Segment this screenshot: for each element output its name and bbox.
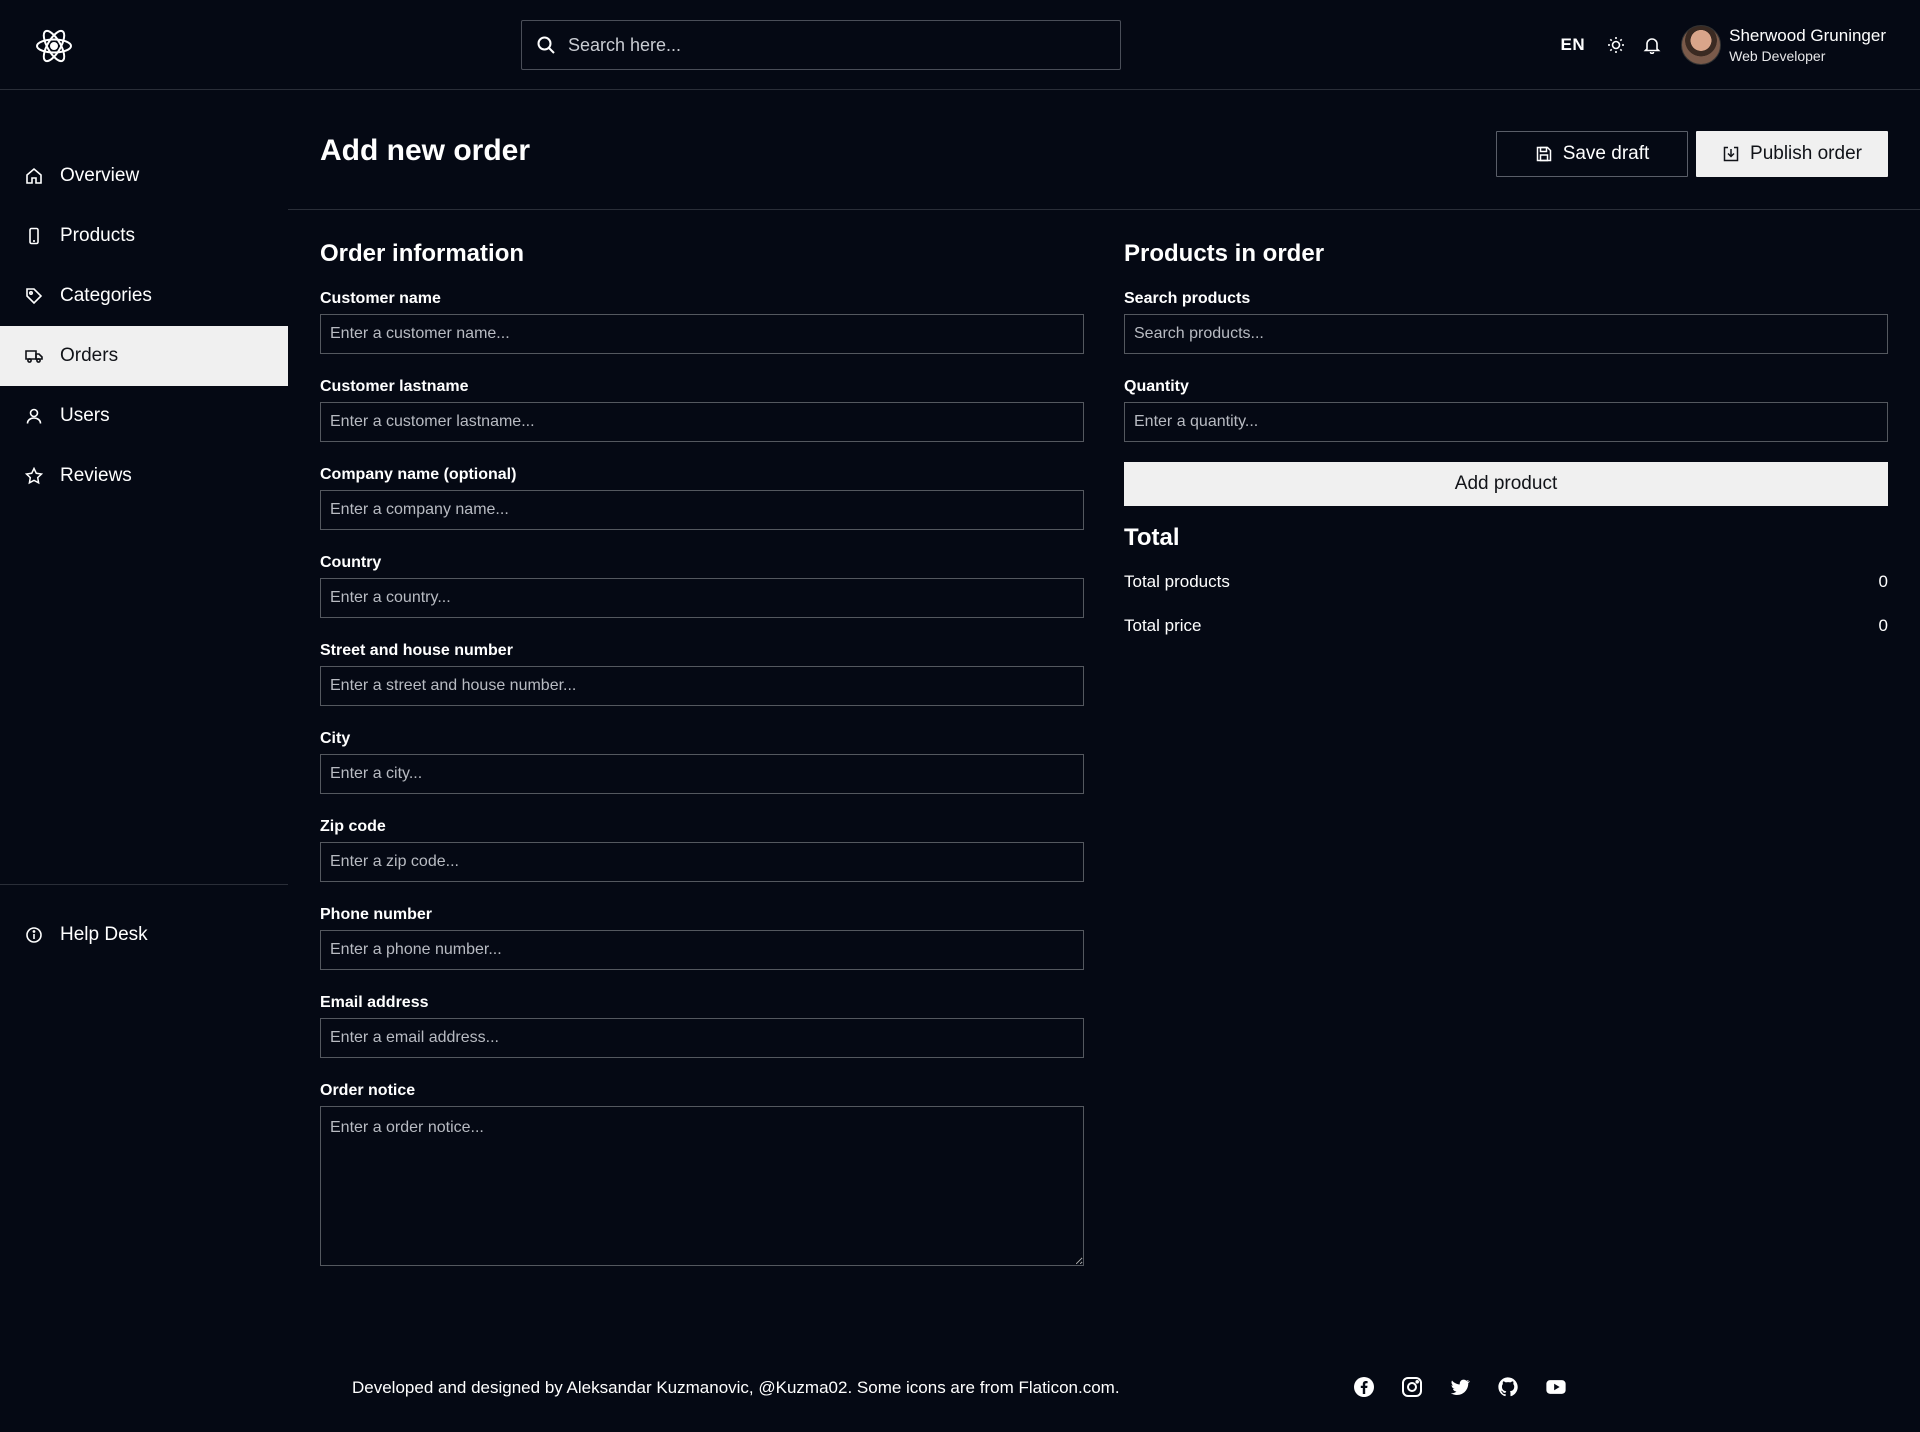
instagram-icon[interactable]	[1400, 1375, 1424, 1399]
email-address-label: Email address	[320, 994, 429, 1011]
total-price-label: Total price	[1124, 616, 1202, 635]
search-input[interactable]	[568, 34, 1120, 56]
sidebar-item-label: Users	[60, 405, 110, 426]
zip-code-label: Zip code	[320, 818, 386, 835]
sidebar-item-label: Overview	[60, 165, 140, 186]
twitter-icon[interactable]	[1448, 1375, 1472, 1399]
sidebar-item-categories[interactable]: Categories	[0, 266, 288, 326]
company-name-label: Company name (optional)	[320, 466, 517, 483]
footer-credits: Developed and designed by Aleksandar Kuz…	[352, 1378, 1120, 1397]
quantity-label: Quantity	[1124, 378, 1189, 395]
add-product-button[interactable]: Add product	[1124, 462, 1888, 506]
phone-number-input[interactable]	[320, 930, 1084, 970]
search-products-label: Search products	[1124, 290, 1251, 307]
order-notice-textarea[interactable]	[320, 1106, 1084, 1266]
truck-icon	[24, 346, 44, 366]
sidebar-item-label: Reviews	[60, 465, 132, 486]
page-title: Add new order	[320, 134, 531, 167]
header-actions: EN Sherwood Gruninger Web Developer	[1561, 24, 1886, 66]
street-input[interactable]	[320, 666, 1084, 706]
sidebar-item-reviews[interactable]: Reviews	[0, 446, 288, 506]
react-logo-icon[interactable]	[34, 26, 74, 66]
sidebar-item-products[interactable]: Products	[0, 206, 288, 266]
search-bar	[521, 20, 1121, 70]
country-input[interactable]	[320, 578, 1084, 618]
sun-icon[interactable]	[1605, 34, 1627, 56]
user-role: Web Developer	[1729, 48, 1826, 64]
zip-code-input[interactable]	[320, 842, 1084, 882]
street-label: Street and house number	[320, 642, 513, 659]
sidebar-item-orders[interactable]: Orders	[0, 326, 288, 386]
total-price-value: 0	[1878, 616, 1888, 635]
phone-icon	[24, 226, 44, 246]
total-title: Total	[1124, 524, 1180, 551]
sidebar-item-label: Help Desk	[60, 924, 148, 945]
customer-lastname-label: Customer lastname	[320, 378, 469, 395]
sidebar-item-users[interactable]: Users	[0, 386, 288, 446]
customer-lastname-input[interactable]	[320, 402, 1084, 442]
customer-name-input[interactable]	[320, 314, 1084, 354]
info-icon	[24, 925, 44, 945]
sidebar-divider	[0, 884, 288, 885]
sidebar-item-help-desk[interactable]: Help Desk	[0, 905, 288, 965]
youtube-icon[interactable]	[1544, 1375, 1568, 1399]
github-icon[interactable]	[1496, 1375, 1520, 1399]
sidebar-item-overview[interactable]: Overview	[0, 146, 288, 206]
email-address-input[interactable]	[320, 1018, 1084, 1058]
country-label: Country	[320, 554, 382, 571]
avatar[interactable]	[1681, 25, 1722, 65]
publish-order-button[interactable]: Publish order	[1696, 131, 1888, 177]
sidebar-item-label: Categories	[60, 285, 152, 306]
sidebar-item-label: Products	[60, 225, 135, 246]
quantity-input[interactable]	[1124, 402, 1888, 442]
save-draft-label: Save draft	[1562, 143, 1650, 164]
customer-name-label: Customer name	[320, 290, 441, 307]
save-icon	[1535, 145, 1553, 163]
company-name-input[interactable]	[320, 490, 1084, 530]
header-divider	[288, 209, 1920, 210]
city-label: City	[320, 730, 351, 747]
phone-number-label: Phone number	[320, 906, 433, 923]
publish-order-label: Publish order	[1750, 143, 1862, 164]
top-bar: EN Sherwood Gruninger Web Developer	[0, 0, 1920, 90]
products-in-order-title: Products in order	[1124, 240, 1325, 267]
total-products-label: Total products	[1124, 572, 1230, 591]
home-icon	[24, 166, 44, 186]
city-input[interactable]	[320, 754, 1084, 794]
sidebar-item-label: Orders	[60, 345, 119, 366]
sidebar: Overview Products Categories Orders User…	[0, 90, 288, 1432]
total-products-row: Total products 0	[1124, 572, 1888, 592]
star-icon	[24, 466, 44, 486]
search-products-input[interactable]	[1124, 314, 1888, 354]
user-icon	[24, 406, 44, 426]
order-notice-label: Order notice	[320, 1082, 416, 1099]
user-info[interactable]: Sherwood Gruninger Web Developer	[1729, 25, 1886, 65]
user-name: Sherwood Gruninger	[1729, 26, 1886, 45]
search-icon	[536, 35, 556, 55]
total-products-value: 0	[1878, 572, 1888, 591]
tag-icon	[24, 286, 44, 306]
language-selector[interactable]: EN	[1561, 35, 1586, 55]
save-draft-button[interactable]: Save draft	[1496, 131, 1688, 177]
order-information-title: Order information	[320, 240, 525, 267]
download-icon	[1722, 145, 1740, 163]
facebook-icon[interactable]	[1352, 1375, 1376, 1399]
bell-icon[interactable]	[1641, 34, 1663, 56]
total-price-row: Total price 0	[1124, 616, 1888, 636]
